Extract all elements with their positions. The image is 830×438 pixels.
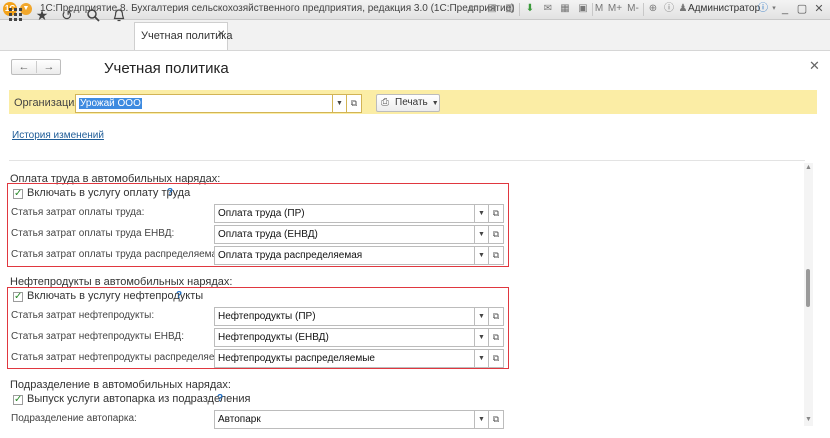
change-history-link[interactable]: История изменений (12, 130, 104, 141)
apps-grid-icon[interactable] (7, 6, 25, 24)
division-release-checkbox[interactable]: ✓ (13, 395, 23, 405)
fuel-envd-dropdown-icon[interactable]: ▼ (475, 328, 489, 347)
fuel-distributed-input[interactable]: Нефтепродукты распределяемые (214, 349, 475, 368)
memory-m-button[interactable]: M (594, 2, 604, 16)
fuel-help-icon[interactable]: ? (176, 290, 182, 301)
page-title: Учетная политика (104, 60, 229, 77)
motor-pool-division-open-icon[interactable]: ⧉ (489, 410, 504, 429)
info-icon[interactable]: ⓘ (662, 2, 676, 16)
memory-mplus-button[interactable]: M+ (607, 2, 623, 16)
minimize-button[interactable]: _ (777, 2, 793, 16)
zoom-icon[interactable]: ⊕ (646, 2, 660, 16)
close-form-icon[interactable]: ✕ (809, 58, 820, 74)
print-button[interactable]: ⎙ Печать ▼ (376, 94, 440, 112)
fuel-cost-item-input[interactable]: Нефтепродукты (ПР) (214, 307, 475, 326)
labor-cost-item-label: Статья затрат оплаты труда: (11, 207, 145, 218)
division-help-icon[interactable]: ? (217, 393, 223, 404)
memory-mminus-button[interactable]: M- (626, 2, 640, 16)
scroll-up-arrow-icon[interactable]: ▲ (804, 164, 813, 171)
labor-help-icon[interactable]: ? (167, 187, 173, 198)
labor-include-checkbox[interactable]: ✓ (13, 189, 23, 199)
print-dropdown-icon: ▼ (431, 100, 439, 107)
scroll-down-arrow-icon[interactable]: ▼ (804, 416, 813, 423)
labor-envd-open-icon[interactable]: ⧉ (489, 225, 504, 244)
close-window-button[interactable]: ✕ (811, 2, 827, 16)
fuel-include-checkbox[interactable]: ✓ (13, 292, 23, 302)
motor-pool-division-label: Подразделение автопарка: (11, 413, 137, 424)
print-button-label: Печать (395, 97, 428, 108)
maximize-button[interactable]: ▢ (794, 2, 810, 16)
toolbar-divider (643, 3, 644, 16)
labor-envd-dropdown-icon[interactable]: ▼ (475, 225, 489, 244)
fuel-cost-item-label: Статья затрат нефтепродукты: (11, 310, 155, 321)
labor-distributed-label: Статья затрат оплаты труда распределяема… (11, 249, 226, 260)
fuel-envd-input[interactable]: Нефтепродукты (ЕНВД) (214, 328, 475, 347)
labor-cost-item-open-icon[interactable]: ⧉ (489, 204, 504, 223)
close-tab-icon[interactable]: ✕ (217, 29, 225, 40)
notifications-bell-icon[interactable] (110, 6, 128, 24)
labor-cost-item-input[interactable]: Оплата труда (ПР) (214, 204, 475, 223)
fuel-distributed-label: Статья затрат нефтепродукты распределяем… (11, 352, 236, 363)
labor-envd-label: Статья затрат оплаты труда ЕНВД: (11, 228, 175, 239)
fuel-distributed-open-icon[interactable]: ⧉ (489, 349, 504, 368)
labor-distributed-open-icon[interactable]: ⧉ (489, 246, 504, 265)
labor-envd-input[interactable]: Оплата труда (ЕНВД) (214, 225, 475, 244)
download-icon[interactable]: ⬇ (523, 2, 537, 16)
labor-include-label[interactable]: Включать в услугу оплату труда (27, 187, 190, 199)
organization-label: Организация: (14, 97, 84, 109)
fuel-distributed-dropdown-icon[interactable]: ▼ (475, 349, 489, 368)
favorites-star-icon[interactable]: ★ (33, 6, 51, 24)
labor-distributed-dropdown-icon[interactable]: ▼ (475, 246, 489, 265)
fuel-cost-item-open-icon[interactable]: ⧉ (489, 307, 504, 326)
search-icon[interactable] (84, 6, 102, 24)
history-icon[interactable]: ↺ (58, 6, 76, 24)
save-icon[interactable]: ▤ (485, 2, 499, 16)
labor-distributed-input[interactable]: Оплата труда распределяемая (214, 246, 475, 265)
toolbar-divider (592, 3, 593, 16)
organization-dropdown-icon[interactable]: ▼ (333, 94, 347, 113)
mail-icon[interactable]: ✉ (541, 2, 555, 16)
separator (9, 160, 805, 161)
labor-cost-item-dropdown-icon[interactable]: ▼ (475, 204, 489, 223)
motor-pool-division-dropdown-icon[interactable]: ▼ (475, 410, 489, 429)
motor-pool-division-input[interactable]: Автопарк (214, 410, 475, 429)
calculator-icon[interactable]: ▣ (576, 2, 590, 16)
organization-input[interactable]: Урожай ООО (75, 94, 333, 113)
fuel-envd-open-icon[interactable]: ⧉ (489, 328, 504, 347)
printer-icon: ⎙ (381, 97, 389, 108)
calendar-icon[interactable]: ▦ (558, 2, 572, 16)
print-icon[interactable]: ▥ (503, 2, 517, 16)
fuel-envd-label: Статья затрат нефтепродукты ЕНВД: (11, 331, 184, 342)
section-toolbar (0, 20, 830, 51)
organization-value[interactable]: Урожай ООО (79, 98, 142, 109)
forward-arrow-icon[interactable]: → (37, 60, 61, 74)
division-section-title: Подразделение в автомобильных нарядах: (10, 379, 231, 391)
user-name[interactable]: Администратор (688, 3, 760, 14)
toolbar-divider (519, 3, 520, 16)
doc-icon[interactable]: ▭ (467, 2, 481, 16)
fuel-cost-item-dropdown-icon[interactable]: ▼ (475, 307, 489, 326)
organization-open-icon[interactable]: ⧉ (347, 94, 362, 113)
back-arrow-icon[interactable]: ← (12, 60, 36, 74)
scrollbar-thumb[interactable] (806, 269, 810, 307)
